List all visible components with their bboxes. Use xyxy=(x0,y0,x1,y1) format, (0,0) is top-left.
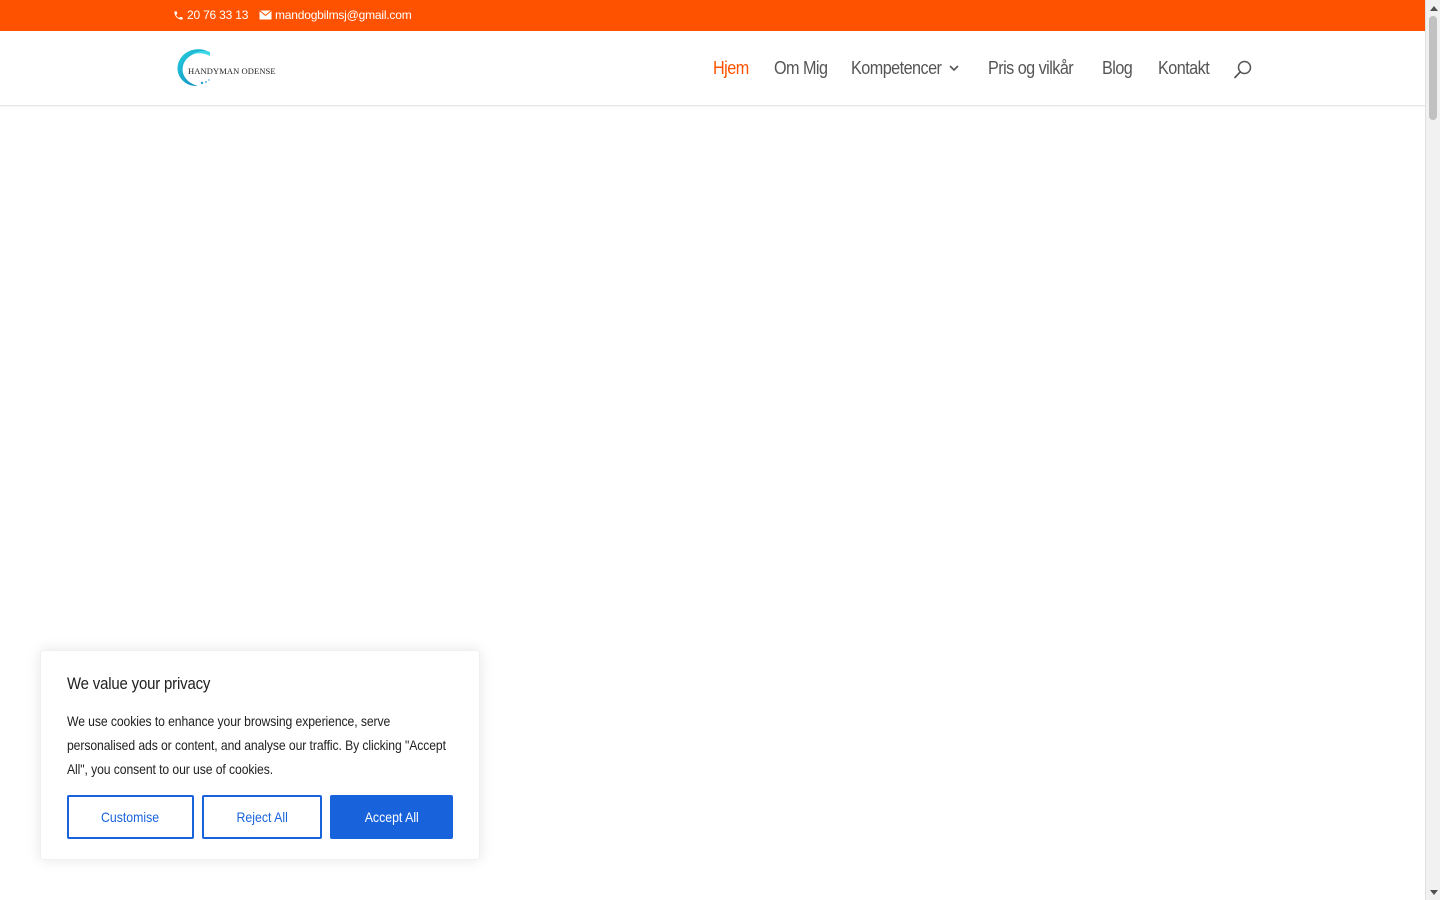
chevron-down-icon[interactable] xyxy=(948,63,960,73)
nav-item-blog[interactable]: Blog xyxy=(1102,58,1133,79)
nav-item-om-mig[interactable]: Om Mig xyxy=(774,58,828,79)
nav-item-hjem[interactable]: Hjem xyxy=(713,58,749,79)
reject-all-button[interactable]: Reject All xyxy=(202,795,322,839)
phone-contact[interactable]: 20 76 33 13 xyxy=(173,8,248,22)
customise-button[interactable]: Customise xyxy=(67,795,194,839)
customise-button-label: Customise xyxy=(101,809,160,825)
accept-all-button[interactable]: Accept All xyxy=(330,795,453,839)
top-contact-bar: 20 76 33 13 mandogbilmsj@gmail.com xyxy=(0,0,1425,31)
main-nav: Hjem Om Mig Kompetencer Pris og vilkår B… xyxy=(0,31,1425,105)
scroll-down-arrow-icon[interactable] xyxy=(1426,885,1440,900)
email-address: mandogbilmsj@gmail.com xyxy=(275,8,412,22)
email-contact[interactable]: mandogbilmsj@gmail.com xyxy=(259,8,412,22)
scroll-up-arrow-icon[interactable] xyxy=(1426,0,1440,15)
reject-all-button-label: Reject All xyxy=(236,809,288,825)
phone-number: 20 76 33 13 xyxy=(187,8,249,22)
accept-all-button-label: Accept All xyxy=(364,809,419,825)
page-scrollbar[interactable] xyxy=(1425,0,1440,900)
search-icon[interactable] xyxy=(1233,60,1253,80)
phone-icon xyxy=(174,10,183,20)
nav-item-kompetencer[interactable]: Kompetencer xyxy=(851,58,942,79)
cookie-title: We value your privacy xyxy=(67,674,211,693)
scrollbar-thumb[interactable] xyxy=(1429,16,1437,120)
site-header: HANDYMAN ODENSE Hjem Om Mig Kompetencer … xyxy=(0,31,1425,106)
cookie-consent-banner: We value your privacy We use cookies to … xyxy=(40,650,480,860)
nav-item-pris-og-vilkar[interactable]: Pris og vilkår xyxy=(988,58,1074,79)
envelope-icon xyxy=(259,10,272,20)
nav-item-kontakt[interactable]: Kontakt xyxy=(1158,58,1210,79)
cookie-description: We use cookies to enhance your browsing … xyxy=(67,713,446,777)
